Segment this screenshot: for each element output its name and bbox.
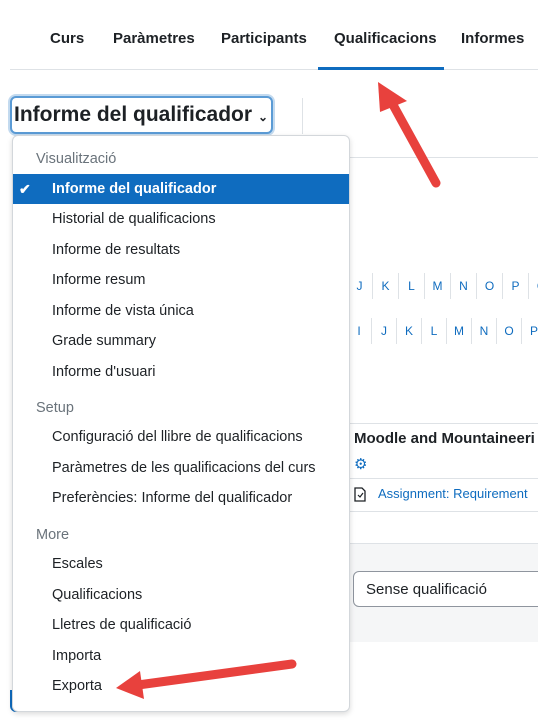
arrow-to-qualificacions-icon [378,82,441,188]
arrow-to-exporta-icon [116,659,297,699]
annotation-arrows [116,82,441,699]
